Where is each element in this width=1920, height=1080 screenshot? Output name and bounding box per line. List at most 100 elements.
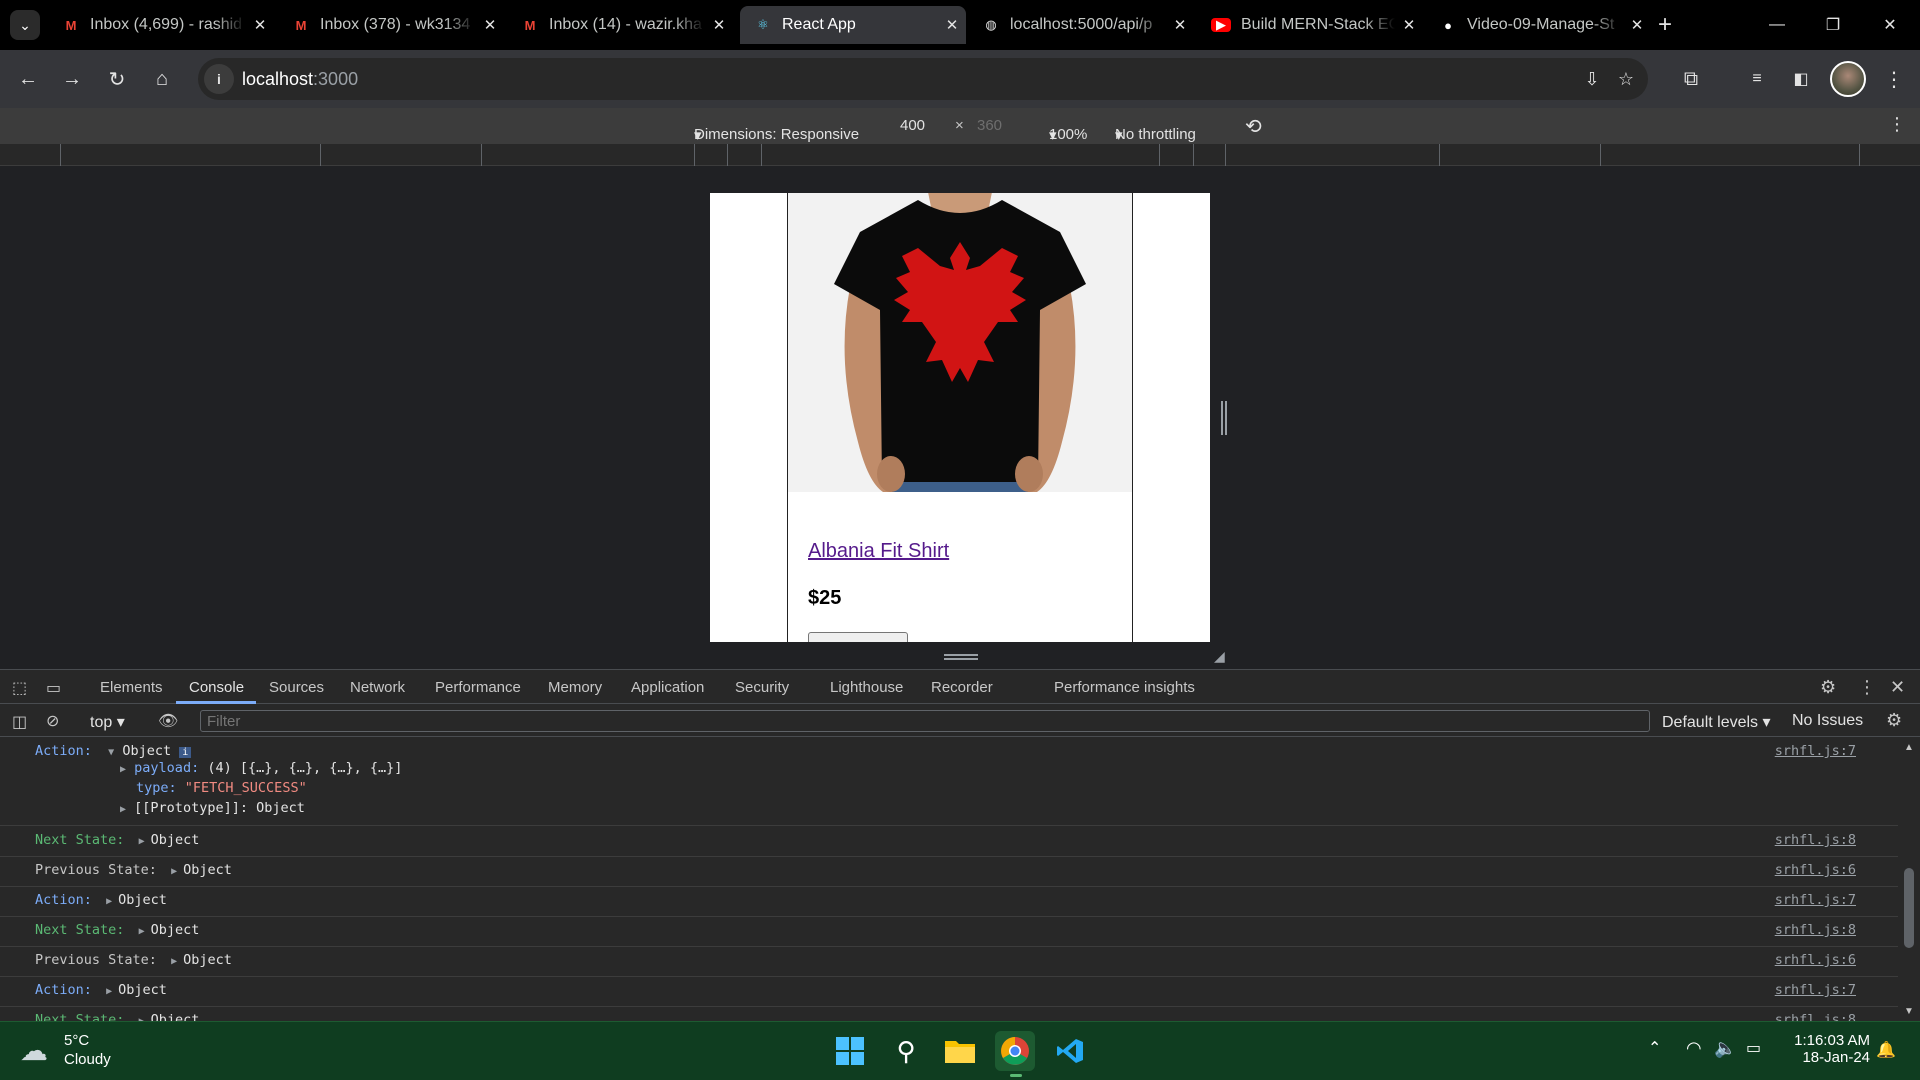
close-tab-icon[interactable]: ✕ bbox=[1623, 16, 1651, 34]
source-link[interactable]: srhfl.js:7 bbox=[1775, 982, 1856, 998]
close-tab-icon[interactable]: ✕ bbox=[246, 16, 274, 34]
object-value[interactable]: Object bbox=[122, 743, 171, 759]
object-value[interactable]: Object bbox=[118, 892, 167, 908]
media-query-ruler[interactable] bbox=[0, 144, 1920, 166]
source-link[interactable]: srhfl.js:6 bbox=[1775, 862, 1856, 878]
clear-console-icon[interactable]: ⊘ bbox=[46, 711, 59, 731]
product-image[interactable] bbox=[788, 193, 1132, 492]
notification-bell-icon[interactable]: 🔔 bbox=[1876, 1040, 1896, 1060]
console-scrollbar[interactable]: ▲ ▼ bbox=[1898, 738, 1920, 1022]
vscode-button[interactable] bbox=[1050, 1031, 1090, 1071]
close-tab-icon[interactable]: ✕ bbox=[1166, 16, 1194, 34]
add-to-cart-button[interactable] bbox=[808, 632, 908, 642]
settings-gear-icon[interactable]: ⚙ bbox=[1820, 677, 1836, 698]
close-tab-icon[interactable]: ✕ bbox=[1395, 16, 1423, 34]
devtools-tab-security[interactable]: Security bbox=[735, 679, 789, 696]
devtools-tab-performance[interactable]: Performance bbox=[435, 679, 521, 696]
context-select[interactable]: top ▾ bbox=[90, 712, 125, 732]
object-value[interactable]: Object bbox=[118, 982, 167, 998]
triangle-right-icon[interactable]: ▶ bbox=[165, 866, 183, 877]
payload-line[interactable]: ▶ payload: (4) [{…}, {…}, {…}, {…}] bbox=[120, 760, 402, 776]
devtools-tab-sources[interactable]: Sources bbox=[269, 679, 324, 696]
file-explorer-button[interactable] bbox=[940, 1031, 980, 1071]
system-clock[interactable]: 1:16:03 AM 18-Jan-24 bbox=[1780, 1032, 1870, 1066]
source-link[interactable]: srhfl.js:7 bbox=[1775, 892, 1856, 908]
close-tab-icon[interactable]: ✕ bbox=[705, 16, 733, 34]
triangle-right-icon[interactable]: ▶ bbox=[133, 926, 151, 937]
corner-resize-icon[interactable]: ◢ bbox=[1214, 648, 1225, 665]
height-resize-handle[interactable] bbox=[944, 654, 978, 660]
log-levels-select[interactable]: Default levels ▾ bbox=[1662, 712, 1771, 732]
source-link[interactable]: srhfl.js:6 bbox=[1775, 952, 1856, 968]
console-settings-icon[interactable]: ⚙ bbox=[1886, 710, 1902, 731]
reload-button[interactable]: ↻ bbox=[103, 65, 131, 93]
close-window-button[interactable]: ✕ bbox=[1862, 0, 1918, 50]
devtools-tab-recorder[interactable]: Recorder bbox=[931, 679, 993, 696]
width-input[interactable]: 400 bbox=[900, 117, 925, 134]
start-button[interactable] bbox=[830, 1031, 870, 1071]
product-name-link[interactable]: Albania Fit Shirt bbox=[808, 540, 949, 563]
chrome-button[interactable] bbox=[995, 1031, 1035, 1071]
profile-avatar[interactable] bbox=[1830, 61, 1866, 97]
scroll-down-icon[interactable]: ▼ bbox=[1904, 1006, 1914, 1017]
tab-4[interactable]: ⚛ React App ✕ bbox=[740, 6, 966, 44]
tab-1[interactable]: M Inbox (4,699) - rashid ✕ bbox=[48, 6, 274, 44]
tab-5[interactable]: ◍ localhost:5000/api/p ✕ bbox=[968, 6, 1194, 44]
console-filter-input[interactable] bbox=[200, 710, 1650, 732]
object-value[interactable]: Object bbox=[151, 832, 200, 848]
object-value[interactable]: Object bbox=[183, 862, 232, 878]
side-panel-icon[interactable]: ◧ bbox=[1787, 65, 1815, 93]
object-value[interactable]: Object bbox=[151, 922, 200, 938]
tab-3[interactable]: M Inbox (14) - wazir.kha ✕ bbox=[507, 6, 733, 44]
devtools-menu-icon[interactable]: ⋮ bbox=[1858, 677, 1876, 698]
devtools-tab-elements[interactable]: Elements bbox=[100, 679, 163, 696]
install-app-icon[interactable]: ⇩ bbox=[1578, 65, 1606, 93]
rotate-icon[interactable]: ⟲ bbox=[1245, 114, 1262, 139]
devtools-tab-application[interactable]: Application bbox=[631, 679, 704, 696]
minimize-button[interactable]: — bbox=[1749, 0, 1805, 50]
triangle-right-icon[interactable]: ▶ bbox=[100, 896, 118, 907]
source-link[interactable]: srhfl.js:8 bbox=[1775, 832, 1856, 848]
media-control-icon[interactable]: ≡ bbox=[1743, 65, 1771, 93]
live-expression-eye-icon[interactable]: 👁 bbox=[158, 711, 178, 731]
restore-button[interactable]: ❐ bbox=[1805, 0, 1861, 50]
tab-7[interactable]: ● Video-09-Manage-St ✕ bbox=[1425, 6, 1651, 44]
device-toolbar-icon[interactable]: ▭ bbox=[46, 678, 61, 698]
devtools-tab-lighthouse[interactable]: Lighthouse bbox=[830, 679, 903, 696]
wifi-icon[interactable]: ◠ bbox=[1686, 1038, 1702, 1059]
devtools-tab-memory[interactable]: Memory bbox=[548, 679, 602, 696]
bookmark-star-icon[interactable]: ☆ bbox=[1612, 65, 1640, 93]
volume-icon[interactable]: 🔈 bbox=[1714, 1038, 1736, 1059]
browser-menu-icon[interactable]: ⋮ bbox=[1880, 65, 1908, 93]
tab-search-button[interactable]: ⌄ bbox=[10, 10, 40, 40]
height-input[interactable]: 360 bbox=[977, 117, 1002, 134]
scrollbar-thumb[interactable] bbox=[1904, 868, 1914, 948]
width-resize-handle[interactable] bbox=[1221, 401, 1227, 435]
address-bar[interactable]: i localhost:3000 ⇩ ☆ bbox=[198, 58, 1648, 100]
issues-counter[interactable]: No Issues bbox=[1792, 712, 1863, 730]
triangle-right-icon[interactable]: ▶ bbox=[165, 956, 183, 967]
triangle-right-icon[interactable]: ▶ bbox=[133, 836, 151, 847]
devtools-tab-performance-insights[interactable]: Performance insights bbox=[1054, 679, 1195, 696]
close-tab-icon[interactable]: ✕ bbox=[476, 16, 504, 34]
tab-6[interactable]: ▶ Build MERN-Stack EC ✕ bbox=[1197, 6, 1423, 44]
search-button[interactable]: ⚲ bbox=[886, 1031, 926, 1071]
battery-icon[interactable]: ▭ bbox=[1746, 1038, 1761, 1058]
source-link[interactable]: srhfl.js:7 bbox=[1775, 743, 1856, 759]
forward-button[interactable]: → bbox=[58, 65, 86, 93]
devtools-tab-network[interactable]: Network bbox=[350, 679, 405, 696]
chevron-up-icon[interactable]: ⌃ bbox=[1648, 1038, 1661, 1058]
devtools-tab-console[interactable]: Console bbox=[189, 679, 244, 696]
inspect-element-icon[interactable]: ⬚ bbox=[12, 678, 27, 698]
close-devtools-icon[interactable]: ✕ bbox=[1890, 677, 1905, 698]
site-info-icon[interactable]: i bbox=[204, 64, 234, 94]
close-tab-icon[interactable]: ✕ bbox=[938, 16, 966, 34]
triangle-right-icon[interactable]: ▶ bbox=[100, 986, 118, 997]
info-icon[interactable]: i bbox=[179, 747, 192, 758]
sidebar-toggle-icon[interactable]: ◫ bbox=[12, 712, 27, 732]
source-link[interactable]: srhfl.js:8 bbox=[1775, 922, 1856, 938]
extensions-icon[interactable]: ⧉ bbox=[1677, 65, 1705, 93]
url-text[interactable]: localhost:3000 bbox=[242, 69, 358, 90]
home-button[interactable]: ⌂ bbox=[148, 65, 176, 93]
object-value[interactable]: Object bbox=[183, 952, 232, 968]
